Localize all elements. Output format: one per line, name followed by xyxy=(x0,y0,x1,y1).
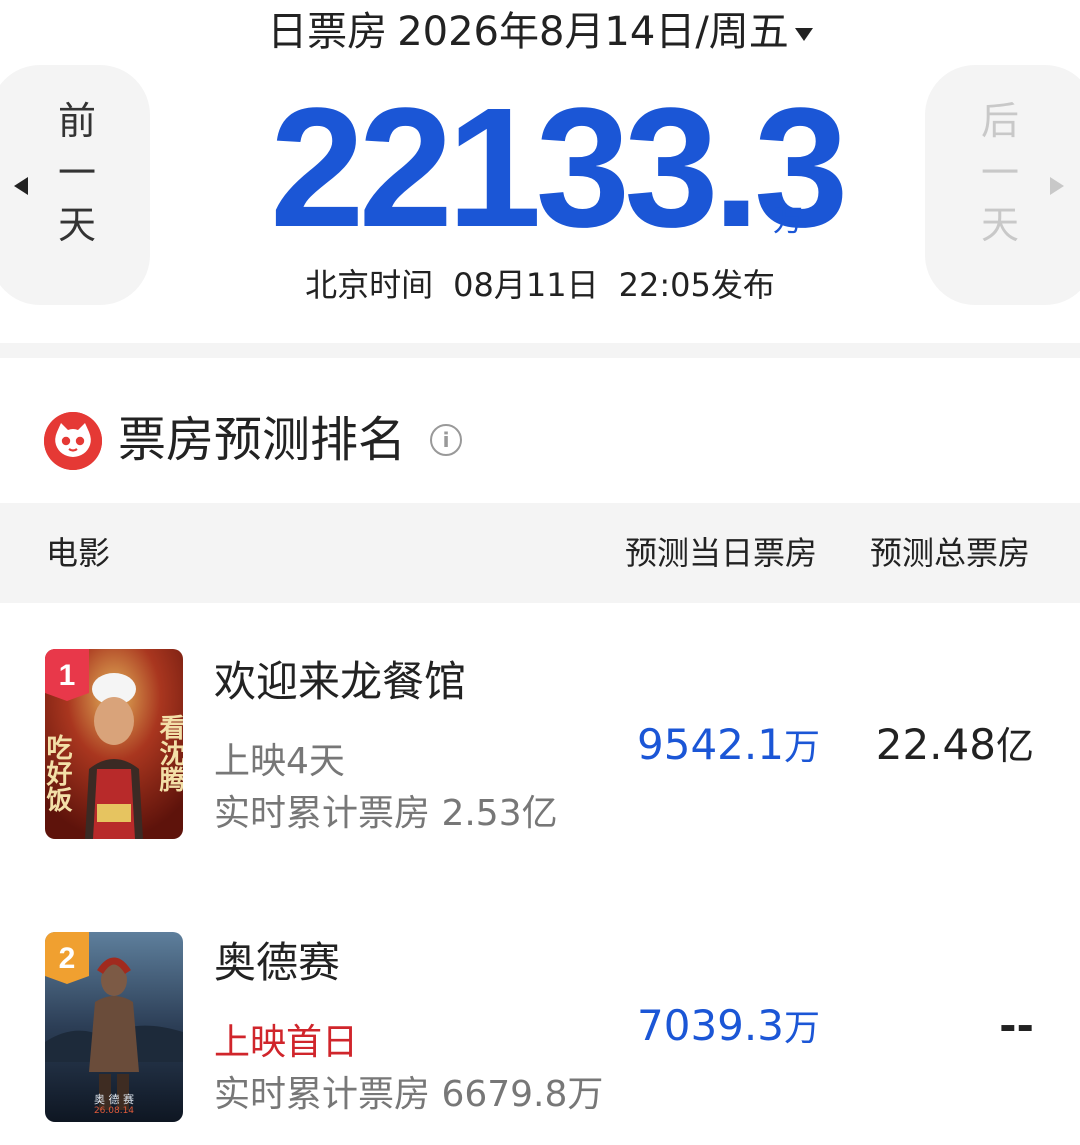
svg-text:奥 德 赛: 奥 德 赛 xyxy=(94,1092,134,1106)
svg-text:看沈腾: 看沈腾 xyxy=(155,714,183,793)
daily-box-office-label: 日票房 xyxy=(267,9,388,55)
svg-text:26.08.14: 26.08.14 xyxy=(94,1106,134,1116)
predicted-total-box-office: 22.48亿 xyxy=(875,720,1034,769)
arrow-left-icon xyxy=(14,177,28,195)
col-predicted-day[interactable]: 预测当日票房 xyxy=(625,533,817,573)
section-divider xyxy=(0,343,1080,358)
svg-text:2: 2 xyxy=(59,942,76,975)
selected-date: 2026年8月14日/周五 xyxy=(397,9,789,55)
total-box-office: 22133.3 xyxy=(270,73,849,263)
predicted-day-box-office: 9542.1万 xyxy=(637,720,820,769)
rank-badge: 2 xyxy=(45,932,89,984)
movie-poster[interactable]: 奥 德 赛 26.08.14 2 xyxy=(45,932,183,1122)
movie-title[interactable]: 欢迎来龙餐馆 xyxy=(214,657,466,707)
table-header: 电影 预测当日票房 预测总票房 xyxy=(0,503,1080,603)
rank-badge: 1 xyxy=(45,649,89,701)
date-selector[interactable]: 日票房 2026年8月14日/周五 xyxy=(0,2,1080,62)
info-icon[interactable]: i xyxy=(430,424,462,456)
svg-text:吃好饭: 吃好饭 xyxy=(45,734,73,813)
section-title: 票房预测排名 xyxy=(118,412,407,468)
arrow-right-icon xyxy=(1050,177,1064,195)
cumulative-box-office: 实时累计票房 6679.8万 xyxy=(214,1074,604,1115)
prev-day-label: 前 一 天 xyxy=(57,99,96,247)
dropdown-caret-icon xyxy=(794,27,813,41)
movie-poster[interactable]: 吃好饭 看沈腾 1 xyxy=(45,649,183,839)
total-box-office-unit: 万 xyxy=(773,204,803,239)
movie-title[interactable]: 奥德赛 xyxy=(214,938,340,988)
predicted-day-box-office: 7039.3万 xyxy=(637,1001,820,1050)
col-movie: 电影 xyxy=(46,534,111,572)
cumulative-box-office: 实时累计票房 2.53亿 xyxy=(214,793,558,834)
next-day-label: 后 一 天 xyxy=(980,99,1019,247)
publish-time: 北京时间 08月11日 22:05发布 xyxy=(305,266,775,304)
svg-text:1: 1 xyxy=(59,659,76,692)
predicted-total-box-office: -- xyxy=(999,1001,1034,1050)
release-days: 上映4天 xyxy=(214,741,345,782)
release-days: 上映首日 xyxy=(214,1022,359,1063)
col-predicted-total[interactable]: 预测总票房 xyxy=(870,533,1030,573)
maoyan-cat-logo-icon xyxy=(44,412,102,470)
